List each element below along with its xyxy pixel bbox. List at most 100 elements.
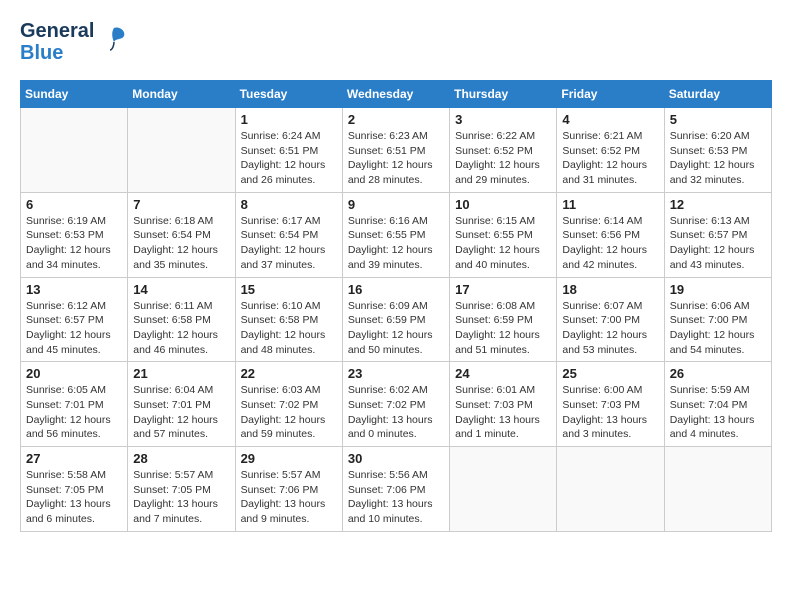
calendar-week-5: 27 Sunrise: 5:58 AM Sunset: 7:05 PM Dayli…: [21, 447, 772, 532]
calendar-cell: [557, 447, 664, 532]
weekday-header-row: SundayMondayTuesdayWednesdayThursdayFrid…: [21, 81, 772, 108]
calendar-body: 1 Sunrise: 6:24 AM Sunset: 6:51 PM Daylig…: [21, 108, 772, 532]
day-info: Sunrise: 6:12 AM Sunset: 6:57 PM Dayligh…: [26, 299, 122, 358]
weekday-header-thursday: Thursday: [450, 81, 557, 108]
calendar-cell: 27 Sunrise: 5:58 AM Sunset: 7:05 PM Dayli…: [21, 447, 128, 532]
logo: General Blue: [20, 20, 128, 64]
day-info: Sunrise: 6:10 AM Sunset: 6:58 PM Dayligh…: [241, 299, 337, 358]
day-number: 18: [562, 282, 658, 297]
weekday-header-sunday: Sunday: [21, 81, 128, 108]
day-number: 17: [455, 282, 551, 297]
day-info: Sunrise: 5:58 AM Sunset: 7:05 PM Dayligh…: [26, 468, 122, 527]
day-info: Sunrise: 6:20 AM Sunset: 6:53 PM Dayligh…: [670, 129, 766, 188]
day-number: 12: [670, 197, 766, 212]
calendar-cell: 15 Sunrise: 6:10 AM Sunset: 6:58 PM Dayli…: [235, 277, 342, 362]
day-number: 13: [26, 282, 122, 297]
logo-general: General: [20, 20, 94, 42]
day-number: 3: [455, 112, 551, 127]
calendar-cell: 23 Sunrise: 6:02 AM Sunset: 7:02 PM Dayli…: [342, 362, 449, 447]
calendar-cell: 14 Sunrise: 6:11 AM Sunset: 6:58 PM Dayli…: [128, 277, 235, 362]
day-number: 10: [455, 197, 551, 212]
calendar-cell: 11 Sunrise: 6:14 AM Sunset: 6:56 PM Dayli…: [557, 192, 664, 277]
day-number: 19: [670, 282, 766, 297]
day-number: 4: [562, 112, 658, 127]
day-number: 24: [455, 366, 551, 381]
day-info: Sunrise: 6:19 AM Sunset: 6:53 PM Dayligh…: [26, 214, 122, 273]
day-number: 14: [133, 282, 229, 297]
day-info: Sunrise: 5:57 AM Sunset: 7:06 PM Dayligh…: [241, 468, 337, 527]
calendar-cell: [450, 447, 557, 532]
day-info: Sunrise: 6:01 AM Sunset: 7:03 PM Dayligh…: [455, 383, 551, 442]
calendar-cell: 1 Sunrise: 6:24 AM Sunset: 6:51 PM Daylig…: [235, 108, 342, 193]
calendar-cell: 16 Sunrise: 6:09 AM Sunset: 6:59 PM Dayli…: [342, 277, 449, 362]
calendar-cell: 30 Sunrise: 5:56 AM Sunset: 7:06 PM Dayli…: [342, 447, 449, 532]
day-number: 27: [26, 451, 122, 466]
day-number: 23: [348, 366, 444, 381]
logo-blue: Blue: [20, 42, 94, 64]
day-info: Sunrise: 6:02 AM Sunset: 7:02 PM Dayligh…: [348, 383, 444, 442]
weekday-header-saturday: Saturday: [664, 81, 771, 108]
calendar-cell: 8 Sunrise: 6:17 AM Sunset: 6:54 PM Daylig…: [235, 192, 342, 277]
calendar-week-3: 13 Sunrise: 6:12 AM Sunset: 6:57 PM Dayli…: [21, 277, 772, 362]
calendar-cell: 9Sunrise: 6:16 AM Sunset: 6:55 PM Daylig…: [342, 192, 449, 277]
day-number: 26: [670, 366, 766, 381]
day-number: 22: [241, 366, 337, 381]
calendar-cell: 28 Sunrise: 5:57 AM Sunset: 7:05 PM Dayli…: [128, 447, 235, 532]
calendar-cell: 19 Sunrise: 6:06 AM Sunset: 7:00 PM Dayli…: [664, 277, 771, 362]
calendar-week-4: 20 Sunrise: 6:05 AM Sunset: 7:01 PM Dayli…: [21, 362, 772, 447]
calendar-cell: 4 Sunrise: 6:21 AM Sunset: 6:52 PM Daylig…: [557, 108, 664, 193]
calendar-cell: 29 Sunrise: 5:57 AM Sunset: 7:06 PM Dayli…: [235, 447, 342, 532]
calendar-cell: 24 Sunrise: 6:01 AM Sunset: 7:03 PM Dayli…: [450, 362, 557, 447]
calendar-cell: 18 Sunrise: 6:07 AM Sunset: 7:00 PM Dayli…: [557, 277, 664, 362]
calendar-cell: 3 Sunrise: 6:22 AM Sunset: 6:52 PM Daylig…: [450, 108, 557, 193]
day-number: 30: [348, 451, 444, 466]
day-info: Sunrise: 6:17 AM Sunset: 6:54 PM Dayligh…: [241, 214, 337, 273]
calendar-cell: 26Sunrise: 5:59 AM Sunset: 7:04 PM Dayli…: [664, 362, 771, 447]
day-number: 16: [348, 282, 444, 297]
day-number: 21: [133, 366, 229, 381]
day-info: Sunrise: 6:11 AM Sunset: 6:58 PM Dayligh…: [133, 299, 229, 358]
day-info: Sunrise: 6:21 AM Sunset: 6:52 PM Dayligh…: [562, 129, 658, 188]
day-info: Sunrise: 6:06 AM Sunset: 7:00 PM Dayligh…: [670, 299, 766, 358]
day-number: 2: [348, 112, 444, 127]
day-info: Sunrise: 5:57 AM Sunset: 7:05 PM Dayligh…: [133, 468, 229, 527]
day-number: 15: [241, 282, 337, 297]
day-number: 25: [562, 366, 658, 381]
day-info: Sunrise: 6:03 AM Sunset: 7:02 PM Dayligh…: [241, 383, 337, 442]
day-number: 5: [670, 112, 766, 127]
day-info: Sunrise: 6:15 AM Sunset: 6:55 PM Dayligh…: [455, 214, 551, 273]
calendar-table: SundayMondayTuesdayWednesdayThursdayFrid…: [20, 80, 772, 532]
calendar-cell: 17Sunrise: 6:08 AM Sunset: 6:59 PM Dayli…: [450, 277, 557, 362]
calendar-cell: 7Sunrise: 6:18 AM Sunset: 6:54 PM Daylig…: [128, 192, 235, 277]
calendar-cell: 2 Sunrise: 6:23 AM Sunset: 6:51 PM Daylig…: [342, 108, 449, 193]
day-info: Sunrise: 6:16 AM Sunset: 6:55 PM Dayligh…: [348, 214, 444, 273]
calendar-cell: 20 Sunrise: 6:05 AM Sunset: 7:01 PM Dayli…: [21, 362, 128, 447]
day-info: Sunrise: 6:14 AM Sunset: 6:56 PM Dayligh…: [562, 214, 658, 273]
calendar-cell: 22 Sunrise: 6:03 AM Sunset: 7:02 PM Dayli…: [235, 362, 342, 447]
calendar-cell: 6 Sunrise: 6:19 AM Sunset: 6:53 PM Daylig…: [21, 192, 128, 277]
day-number: 8: [241, 197, 337, 212]
day-number: 11: [562, 197, 658, 212]
calendar-cell: 10 Sunrise: 6:15 AM Sunset: 6:55 PM Dayli…: [450, 192, 557, 277]
calendar-cell: [128, 108, 235, 193]
day-number: 29: [241, 451, 337, 466]
day-number: 6: [26, 197, 122, 212]
day-info: Sunrise: 6:24 AM Sunset: 6:51 PM Dayligh…: [241, 129, 337, 188]
day-info: Sunrise: 6:05 AM Sunset: 7:01 PM Dayligh…: [26, 383, 122, 442]
day-number: 1: [241, 112, 337, 127]
calendar-cell: 25Sunrise: 6:00 AM Sunset: 7:03 PM Dayli…: [557, 362, 664, 447]
day-info: Sunrise: 5:56 AM Sunset: 7:06 PM Dayligh…: [348, 468, 444, 527]
day-number: 7: [133, 197, 229, 212]
day-number: 20: [26, 366, 122, 381]
day-info: Sunrise: 6:22 AM Sunset: 6:52 PM Dayligh…: [455, 129, 551, 188]
day-info: Sunrise: 6:09 AM Sunset: 6:59 PM Dayligh…: [348, 299, 444, 358]
day-info: Sunrise: 6:04 AM Sunset: 7:01 PM Dayligh…: [133, 383, 229, 442]
day-info: Sunrise: 6:23 AM Sunset: 6:51 PM Dayligh…: [348, 129, 444, 188]
day-info: Sunrise: 6:13 AM Sunset: 6:57 PM Dayligh…: [670, 214, 766, 273]
calendar-week-2: 6 Sunrise: 6:19 AM Sunset: 6:53 PM Daylig…: [21, 192, 772, 277]
day-number: 28: [133, 451, 229, 466]
day-info: Sunrise: 6:07 AM Sunset: 7:00 PM Dayligh…: [562, 299, 658, 358]
weekday-header-friday: Friday: [557, 81, 664, 108]
weekday-header-tuesday: Tuesday: [235, 81, 342, 108]
calendar-header: SundayMondayTuesdayWednesdayThursdayFrid…: [21, 81, 772, 108]
